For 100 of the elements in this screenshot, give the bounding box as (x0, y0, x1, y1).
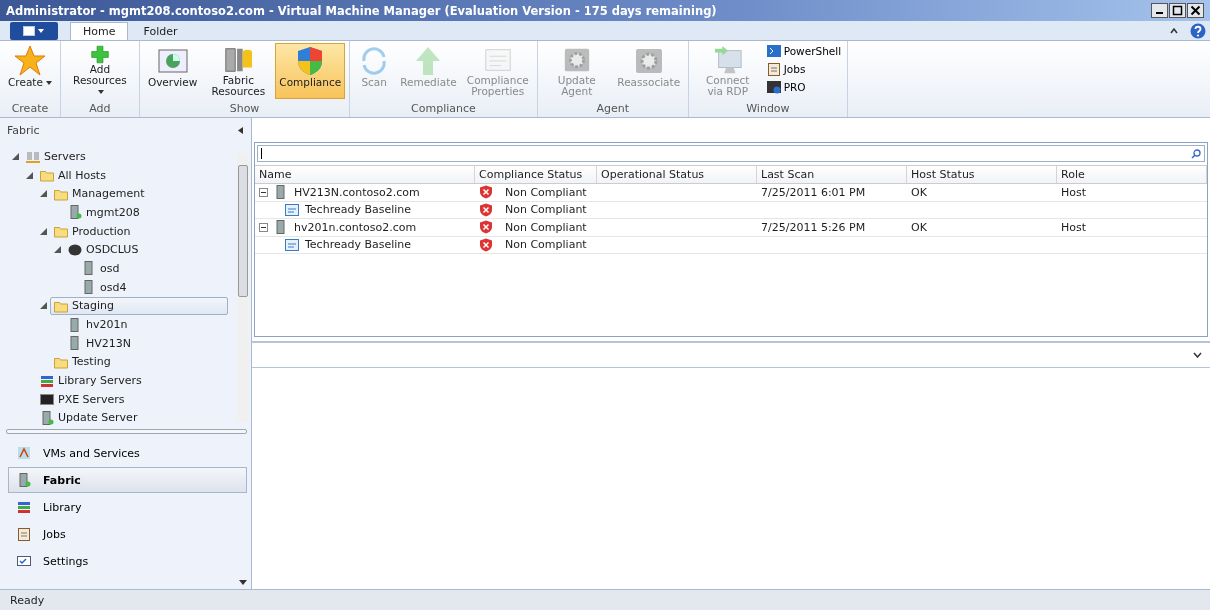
books-icon (40, 373, 54, 388)
tree-item[interactable]: All Hosts (36, 166, 110, 185)
server-icon (222, 45, 255, 75)
tree-item[interactable]: OSDCLUS (64, 240, 143, 259)
server-icon (274, 185, 288, 200)
search-field[interactable] (257, 145, 1205, 162)
app-menu-button[interactable] (10, 21, 58, 40)
error-icon (479, 237, 493, 252)
table-cell: Techready Baseline (305, 203, 412, 217)
ribbon-button[interactable]: PowerShell (764, 43, 844, 59)
tree-item[interactable]: Library Servers (36, 371, 146, 390)
server-icon (26, 149, 40, 164)
table-cell: hv201n.contoso2.com (294, 220, 417, 234)
nav-item[interactable]: Fabric (8, 467, 247, 493)
nav-item[interactable]: VMs and Services (8, 440, 247, 466)
nav-item[interactable]: Library (8, 494, 247, 520)
column-header[interactable]: Host Status (907, 166, 1057, 183)
expand-details-icon[interactable] (1193, 352, 1202, 358)
scrollbar[interactable] (237, 153, 249, 422)
scrollbar[interactable] (6, 429, 247, 434)
terminal-icon (766, 44, 781, 58)
server-icon (274, 220, 288, 235)
collapse-toggle[interactable] (259, 187, 268, 197)
dropdown-arrow-icon[interactable] (239, 580, 247, 585)
error-icon (479, 220, 493, 235)
group-label: Compliance (411, 102, 476, 117)
table-cell: Non Compliant (505, 220, 587, 234)
ribbon-tab[interactable]: Folder (130, 22, 191, 40)
nav-item[interactable]: Jobs (8, 521, 247, 547)
error-icon (479, 185, 493, 200)
server-icon (17, 473, 31, 487)
tree-item[interactable]: Production (50, 222, 135, 241)
tree-item[interactable]: osd4 (78, 278, 131, 297)
tree-item[interactable]: hv201n (64, 315, 132, 334)
collapse-ribbon-icon[interactable] (1170, 27, 1178, 34)
maximize-button[interactable] (1169, 3, 1186, 18)
table-cell: OK (911, 185, 927, 199)
tree-item[interactable]: PXE Servers (36, 390, 129, 409)
column-header[interactable]: Last Scan (757, 166, 907, 183)
column-header[interactable]: Name (255, 166, 475, 183)
clipboard-icon (766, 62, 781, 76)
nav-item[interactable]: Settings (8, 548, 247, 574)
group-label: Show (229, 102, 260, 117)
clipboard-icon (17, 527, 31, 541)
table-cell: Techready Baseline (305, 238, 412, 252)
ribbon-button[interactable]: Overview (143, 43, 202, 99)
collapse-pane-icon[interactable] (238, 127, 244, 134)
window-title: Administrator - mgmt208.contoso2.com - Virtual Machine Manager (Evaluation Version - 175 days remaining) (6, 3, 718, 18)
table-cell: Host (1061, 185, 1087, 199)
ribbon-tab[interactable]: Home (70, 22, 129, 40)
table-cell: Non Compliant (505, 185, 587, 199)
folder-icon (54, 224, 68, 239)
tree-item[interactable]: HV213N (64, 334, 136, 353)
server-icon (82, 261, 96, 276)
server-icon (68, 317, 82, 332)
tree-item[interactable]: Servers (22, 147, 90, 166)
star-icon (13, 45, 46, 77)
ribbon-button[interactable]: PRO (764, 79, 844, 95)
table-cell: Host (1061, 220, 1087, 234)
document-icon (285, 202, 299, 217)
column-header[interactable]: Operational Status (597, 166, 757, 183)
collapse-toggle[interactable] (259, 222, 268, 232)
ribbon-button[interactable]: Create (4, 43, 56, 99)
ribbon-button[interactable]: Fabric Resources (203, 43, 274, 99)
column-header[interactable]: Role (1057, 166, 1207, 183)
pane-title: Fabric (7, 124, 40, 137)
ribbon-button[interactable]: Add Resources (64, 43, 135, 99)
tree-item[interactable]: osd (78, 259, 124, 278)
table-cell: 7/25/2011 6:01 PM (761, 185, 866, 199)
server-icon (40, 410, 54, 425)
group-label: Create (11, 102, 49, 117)
document-icon (285, 237, 299, 252)
server-icon (82, 280, 96, 295)
ribbon-button[interactable]: Compliance (275, 43, 346, 99)
table-cell: HV213N.contoso2.com (294, 185, 420, 199)
tree-item[interactable]: Testing (50, 352, 115, 371)
search-icon[interactable] (1191, 148, 1201, 159)
terminal-icon (40, 392, 54, 407)
table-cell: Non Compliant (505, 203, 587, 217)
help-icon[interactable] (1190, 22, 1206, 39)
column-header[interactable]: Compliance Status (475, 166, 597, 183)
table-cell: OK (911, 220, 927, 234)
status-text: Ready (10, 593, 45, 607)
books-icon (17, 500, 31, 514)
info-icon (766, 80, 781, 94)
group-label: Agent (596, 102, 629, 117)
server-icon (68, 205, 82, 220)
tree-item[interactable]: Management (50, 184, 149, 203)
tree-item[interactable]: Staging (50, 296, 228, 315)
ribbon-button[interactable]: Jobs (764, 61, 844, 77)
minimize-button[interactable] (1151, 3, 1168, 18)
folder-icon (40, 168, 54, 183)
close-button[interactable] (1187, 3, 1204, 18)
checkbox-icon (17, 554, 31, 568)
tree-item[interactable]: mgmt208 (64, 203, 144, 222)
error-icon (479, 202, 493, 217)
group-label: Window (746, 102, 790, 117)
table-cell: 7/25/2011 5:26 PM (761, 220, 866, 234)
tree-item[interactable]: Update Server (36, 408, 142, 426)
group-label: Add (89, 102, 111, 117)
